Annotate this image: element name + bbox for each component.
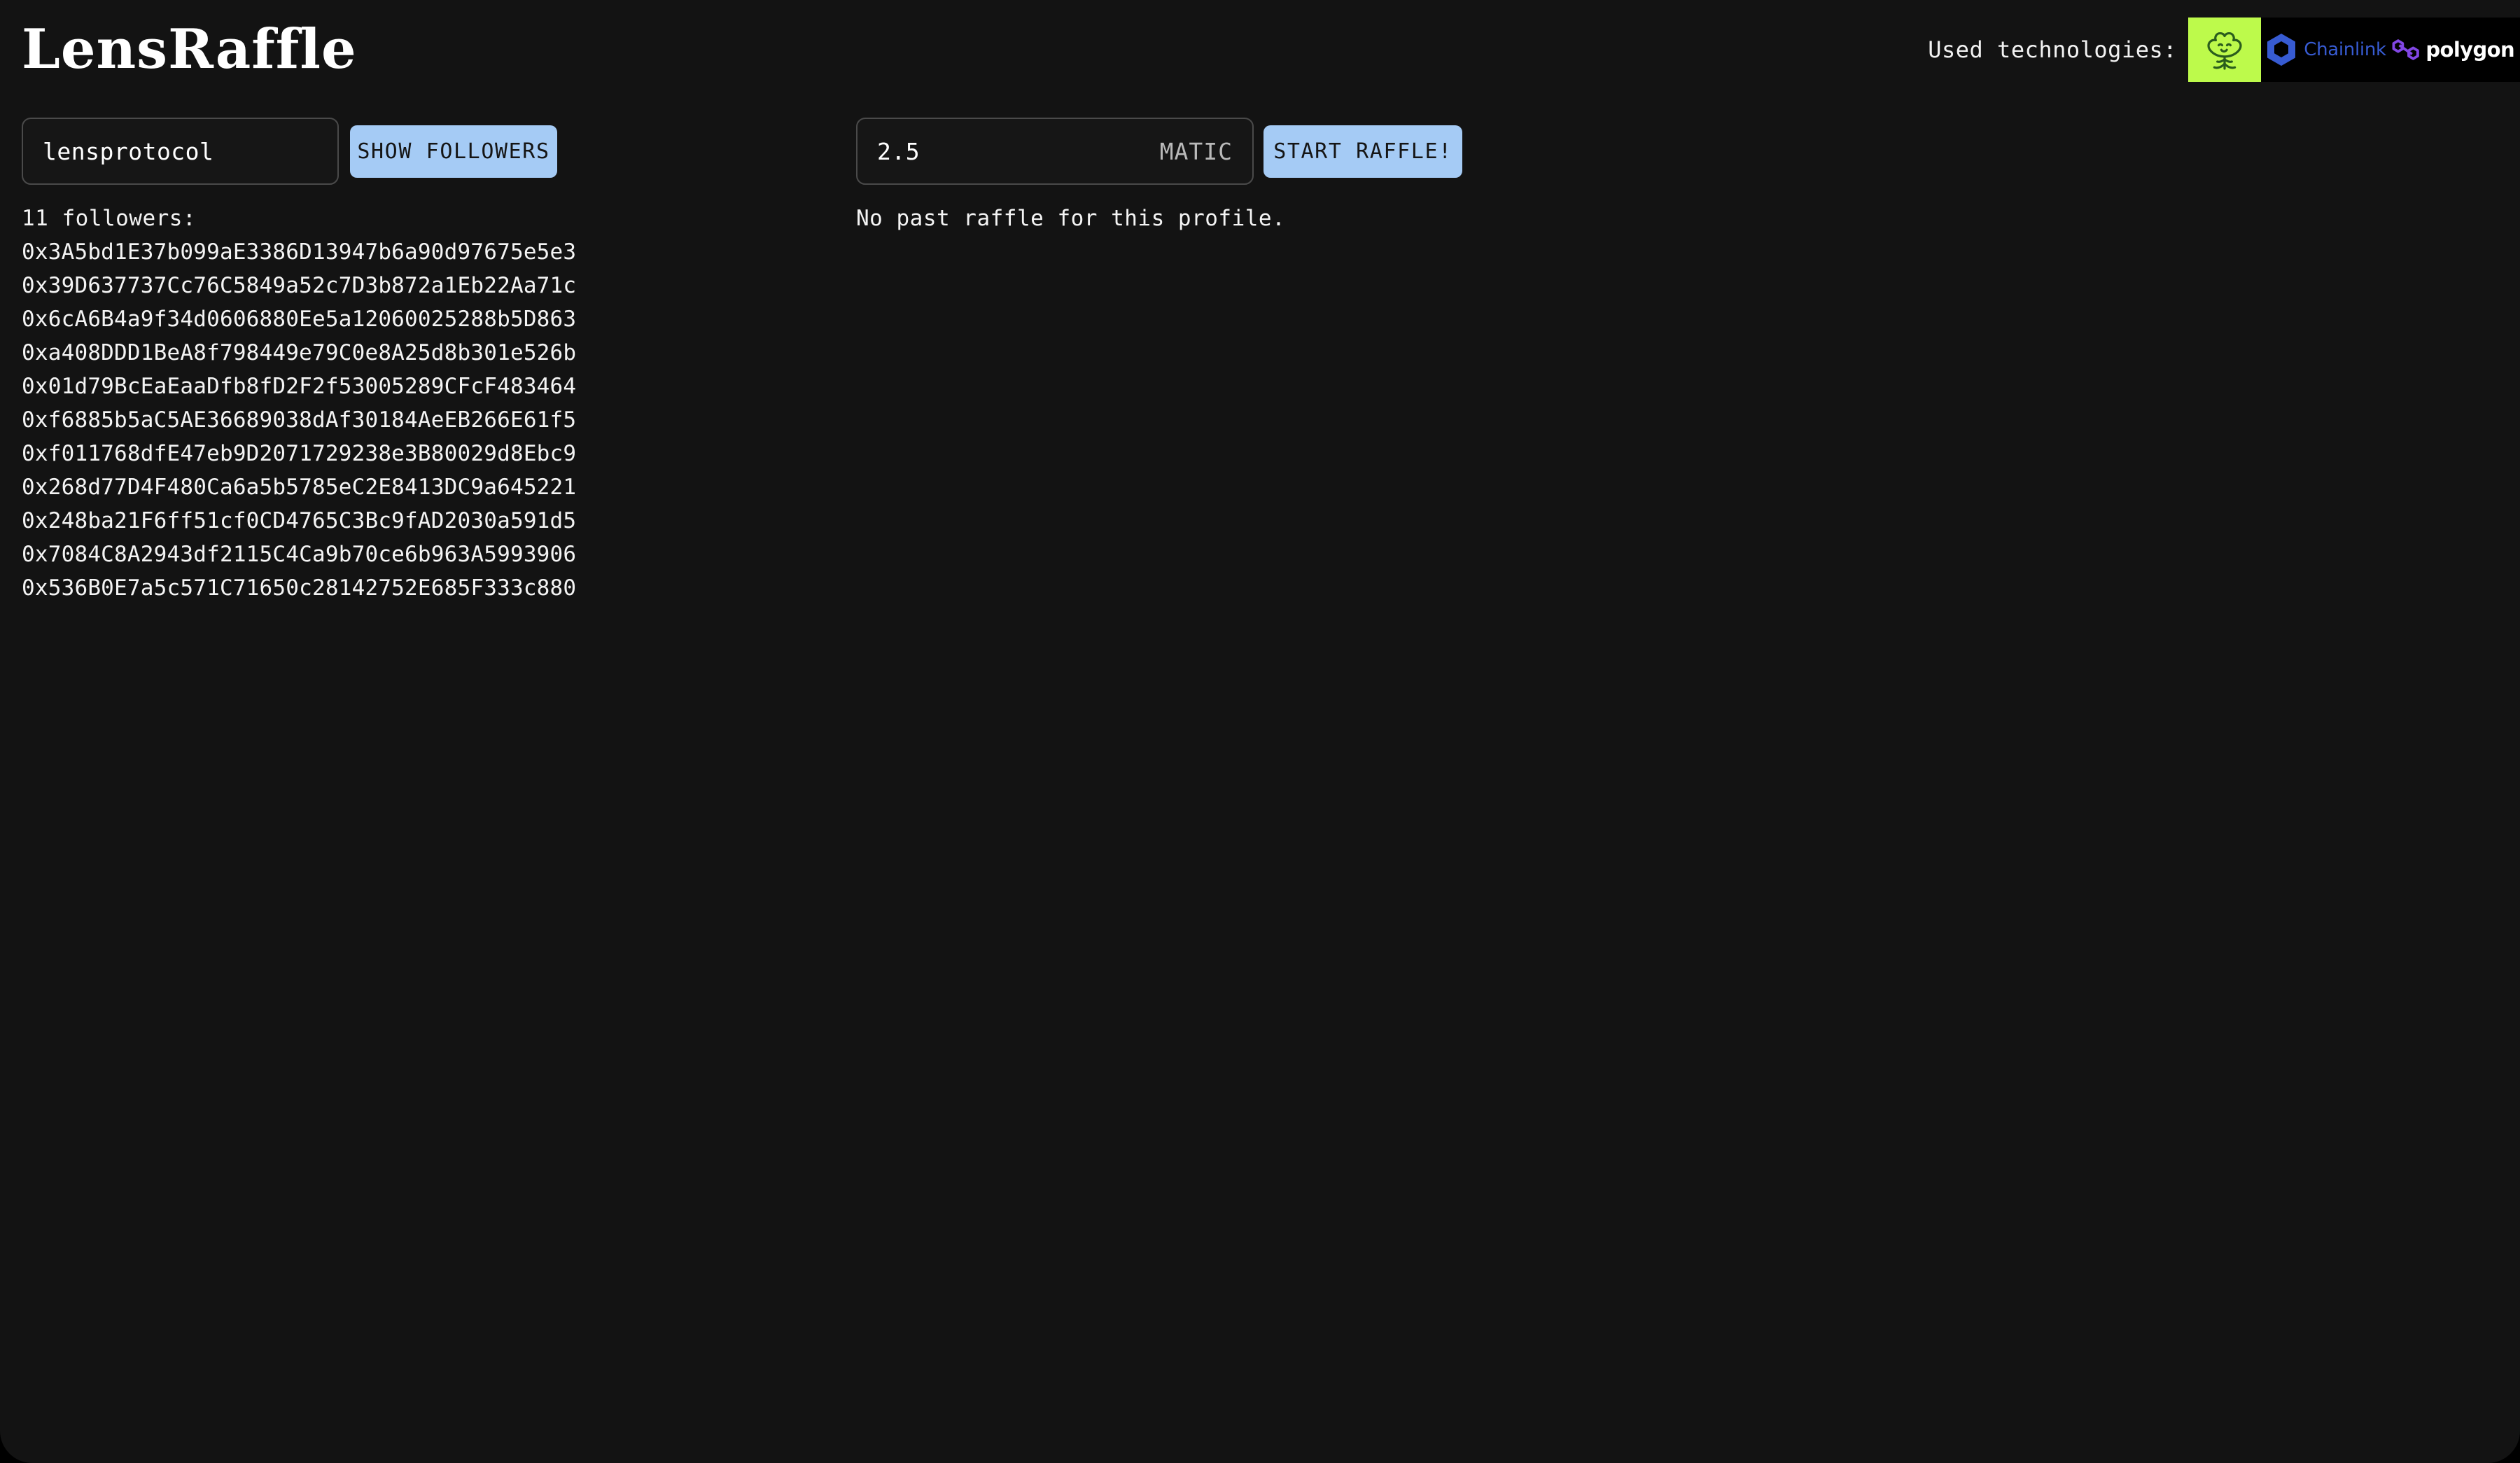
follower-address-row: 0x01d79BcEaEaaDfb8fD2F2f53005289CFcF4834… <box>22 374 577 399</box>
followers-count-label: 11 followers: <box>22 206 197 231</box>
handle-input[interactable]: lensprotocol <box>22 118 339 185</box>
follower-address-row: 0x6cA6B4a9f34d0606880Ee5a12060025288b5D8… <box>22 307 577 332</box>
handle-input-value: lensprotocol <box>43 137 214 165</box>
used-technologies-label: Used technologies: <box>1928 36 2177 63</box>
raffle-status-message: No past raffle for this profile. <box>856 206 1286 231</box>
follower-address-row: 0x248ba21F6ff51cf0CD4765C3Bc9fAD2030a591… <box>22 508 577 533</box>
technology-logo-list: Chainlink polygon <box>2188 18 2520 82</box>
chainlink-logo[interactable]: Chainlink <box>2261 18 2391 82</box>
chainlink-hexagon-icon <box>2267 34 2296 66</box>
currency-label: MATIC <box>1159 137 1233 165</box>
follower-address-row: 0x268d77D4F480Ca6a5b5785eC2E8413DC9a6452… <box>22 475 577 500</box>
show-followers-button[interactable]: SHOW FOLLOWERS <box>350 125 557 178</box>
page-title: LensRaffle <box>22 18 357 81</box>
start-raffle-button[interactable]: START RAFFLE! <box>1264 125 1462 178</box>
follower-address-row: 0xf011768dfE47eb9D2071729238e3B80029d8Eb… <box>22 441 577 466</box>
polygon-mark-icon <box>2392 39 2419 60</box>
used-technologies-bar: Used technologies: Chainlink polygon <box>1928 18 2520 82</box>
polygon-wordmark: polygon <box>2426 38 2514 62</box>
follower-address-row: 0x536B0E7a5c571C71650c28142752E685F333c8… <box>22 575 577 601</box>
chainlink-wordmark: Chainlink <box>2304 39 2386 60</box>
follower-address-row: 0x7084C8A2943df2115C4Ca9b70ce6b963A59939… <box>22 542 577 567</box>
follower-address-row: 0xf6885b5aC5AE36689038dAf30184AeEB266E61… <box>22 407 577 433</box>
lens-protocol-logo[interactable] <box>2188 18 2261 82</box>
app-viewport: LensRaffle Used technologies: Chainlink … <box>0 0 2520 1463</box>
follower-address-row: 0xa408DDD1BeA8f798449e79C0e8A25d8b301e52… <box>22 340 577 365</box>
raffle-amount-value: 2.5 <box>877 137 920 165</box>
follower-address-row: 0x39D637737Cc76C5849a52c7D3b872a1Eb22Aa7… <box>22 273 577 298</box>
polygon-logo[interactable]: polygon <box>2391 18 2520 82</box>
follower-address-row: 0x3A5bd1E37b099aE3386D13947b6a90d97675e5… <box>22 239 577 265</box>
follower-address-list: 0x3A5bd1E37b099aE3386D13947b6a90d97675e5… <box>22 235 792 605</box>
followers-panel: 11 followers: 0x3A5bd1E37b099aE3386D1394… <box>22 202 792 605</box>
raffle-amount-input[interactable]: 2.5 MATIC <box>856 118 1254 185</box>
lens-flower-icon <box>2207 31 2242 70</box>
